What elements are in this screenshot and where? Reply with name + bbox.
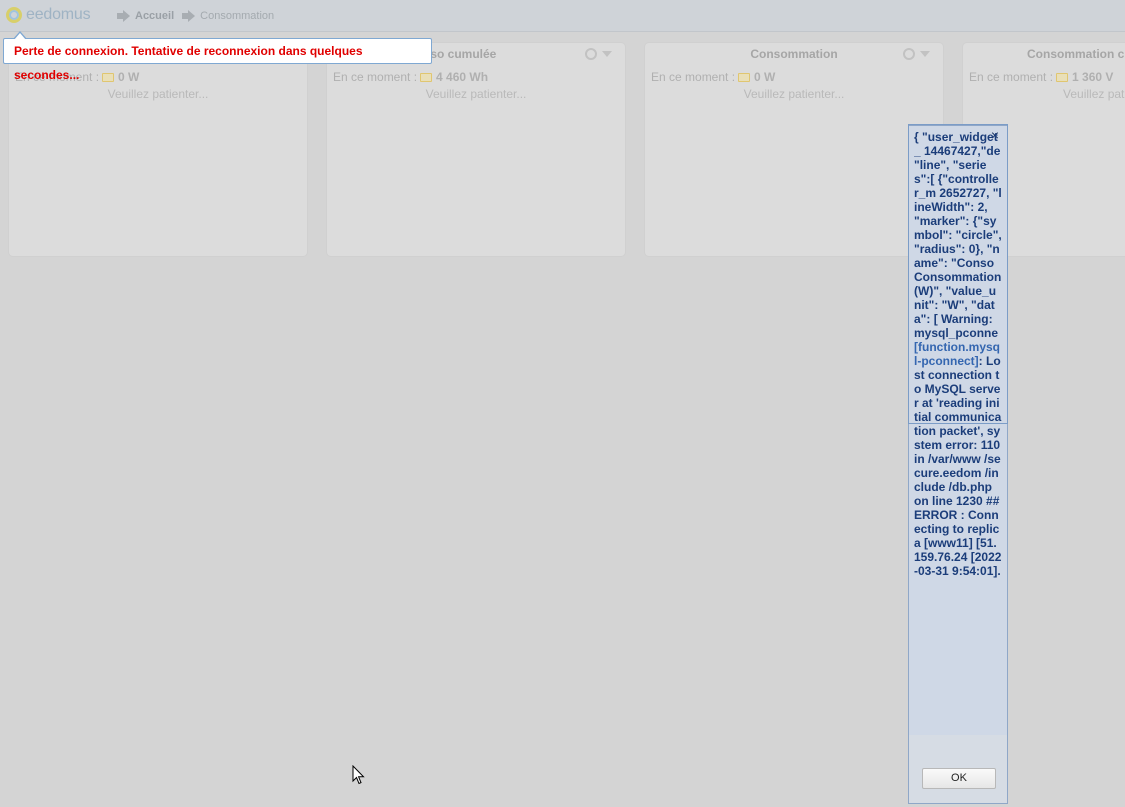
chevron-down-icon[interactable]	[920, 51, 930, 57]
top-bar: eedomus Accueil Consommation	[0, 0, 1125, 32]
widget-value: 0 W	[118, 70, 140, 84]
breadcrumb-current-page: Consommation	[200, 10, 275, 22]
arrow-right-icon	[182, 10, 196, 22]
error-text-part2: : Lost connection to MySQL server at 're…	[914, 354, 1002, 578]
widget-title: Consommation	[750, 47, 838, 61]
widget-value: 4 460 Wh	[436, 70, 489, 84]
logo-text: eedomus	[26, 6, 91, 23]
meter-icon	[102, 72, 115, 82]
meter-icon	[1056, 72, 1069, 82]
breadcrumb-home-link[interactable]: Accueil	[135, 10, 174, 22]
widget-conso-cumulee: nso cumulée En ce moment : 4 460 Wh Veui…	[326, 42, 626, 257]
widget-consommation: Consommation En ce moment : 0 W Veuillez…	[644, 42, 944, 257]
chevron-down-icon[interactable]	[602, 51, 612, 57]
widget-value: 1 360 V	[1072, 70, 1114, 84]
widget-loading-text: Veuillez patienter...	[743, 87, 845, 101]
error-message: { "user_widget_ 14467427,"de "line", "se…	[914, 130, 1002, 733]
widget-loading-text: Veuillez patienter...	[107, 87, 209, 101]
widget-tools	[903, 48, 933, 60]
widget-loading-text: Veuillez patienter...	[1063, 87, 1125, 101]
widget-value: 0 W	[754, 70, 776, 84]
connection-lost-tooltip: Perte de connexion. Tentative de reconne…	[3, 31, 432, 82]
search-icon[interactable]	[585, 48, 597, 60]
widget-title: Consommation cu	[1027, 47, 1125, 61]
widget-tools	[585, 48, 615, 60]
widget-now-label: En ce moment :	[651, 70, 736, 84]
widget-now-label: En ce moment :	[969, 70, 1054, 84]
error-text-part1: { "user_widget_ 14467427,"de "line", "se…	[914, 130, 1002, 340]
widget-now-label: En ce moment :	[333, 70, 418, 84]
arrow-right-icon	[117, 10, 131, 22]
ok-button[interactable]: OK	[922, 768, 996, 789]
eedomus-logo-icon	[6, 7, 22, 23]
breadcrumb: Accueil Consommation	[117, 8, 274, 24]
mouse-cursor-icon	[352, 765, 365, 785]
widget-current-reading: En ce moment : 0 W	[651, 70, 775, 84]
widget-loading-text: Veuillez patienter...	[425, 87, 527, 101]
meter-icon	[420, 72, 433, 82]
widget-current-reading: En ce moment : 4 460 Wh	[333, 70, 488, 84]
widget-current-reading: En ce moment : 1 360 V	[969, 70, 1113, 84]
meter-icon	[738, 72, 751, 82]
eedomus-logo[interactable]: eedomus	[6, 5, 91, 25]
search-icon[interactable]	[903, 48, 915, 60]
